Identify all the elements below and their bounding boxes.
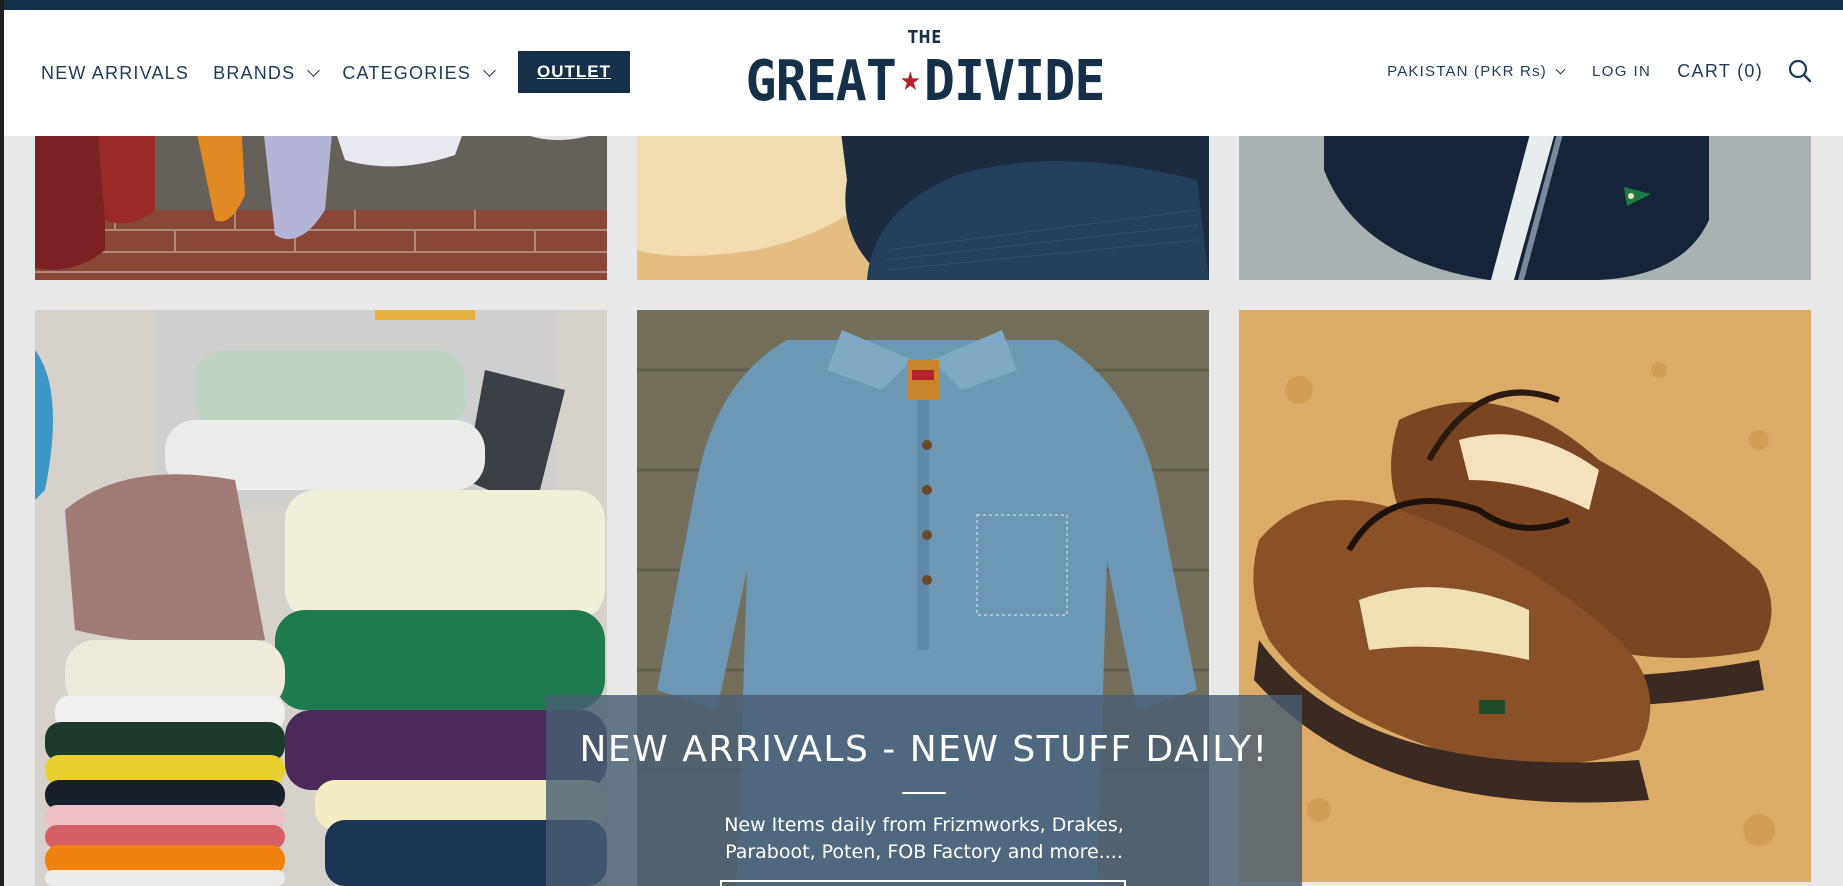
chevron-down-icon xyxy=(307,64,321,77)
nav-categories[interactable]: CATEGORIES xyxy=(342,62,496,84)
promo-divider xyxy=(902,792,946,794)
chevron-down-icon xyxy=(483,64,496,77)
top-accent-bar xyxy=(0,0,1843,10)
sweats-image xyxy=(35,310,607,886)
promo-subtitle: New Items daily from Frizmworks, Drakes,… xyxy=(724,814,1124,863)
promo-cta-button[interactable] xyxy=(720,880,1126,886)
collection-tile-sweats[interactable] xyxy=(35,310,607,886)
search-icon[interactable] xyxy=(1787,58,1813,84)
nav-categories-label: CATEGORIES xyxy=(342,62,472,83)
site-header: NEW ARRIVALS BRANDS CATEGORIES OUTLET TH… xyxy=(4,10,1843,136)
login-link[interactable]: LOG IN xyxy=(1592,63,1651,80)
page: NEW ARRIVALS BRANDS CATEGORIES OUTLET TH… xyxy=(0,0,1843,886)
currency-label: PAKISTAN (PKR Rs) xyxy=(1387,62,1547,80)
nav-new-arrivals[interactable]: NEW ARRIVALS xyxy=(41,63,189,84)
chevron-down-icon xyxy=(1555,64,1566,74)
nav-brands-label: BRANDS xyxy=(213,62,296,83)
logo-the-text: THE xyxy=(907,27,943,48)
utility-nav: PAKISTAN (PKR Rs) LOG IN CART (0) xyxy=(1387,58,1813,84)
primary-nav: NEW ARRIVALS BRANDS CATEGORIES OUTLET xyxy=(41,51,631,93)
promo-title: NEW ARRIVALS - NEW STUFF DAILY! xyxy=(579,729,1269,770)
nav-brands[interactable]: BRANDS xyxy=(213,62,321,84)
logo-wordmark: GREAT ★ DIVIDE xyxy=(746,52,1106,112)
currency-selector[interactable]: PAKISTAN (PKR Rs) xyxy=(1387,62,1566,80)
star-icon: ★ xyxy=(899,67,921,97)
outlet-button[interactable]: OUTLET xyxy=(518,51,631,93)
cart-link[interactable]: CART (0) xyxy=(1677,61,1763,82)
shoes-image xyxy=(1239,310,1811,882)
logo-great-text: GREAT xyxy=(745,49,897,114)
site-logo[interactable]: THE GREAT ★ DIVIDE xyxy=(746,27,1106,128)
logo-divide-text: DIVIDE xyxy=(923,49,1106,114)
nav-new-arrivals-label: NEW ARRIVALS xyxy=(41,62,190,83)
promo-banner: NEW ARRIVALS - NEW STUFF DAILY! New Item… xyxy=(546,695,1302,886)
window-edge xyxy=(0,0,4,886)
collection-tile-shoes[interactable] xyxy=(1239,310,1811,882)
